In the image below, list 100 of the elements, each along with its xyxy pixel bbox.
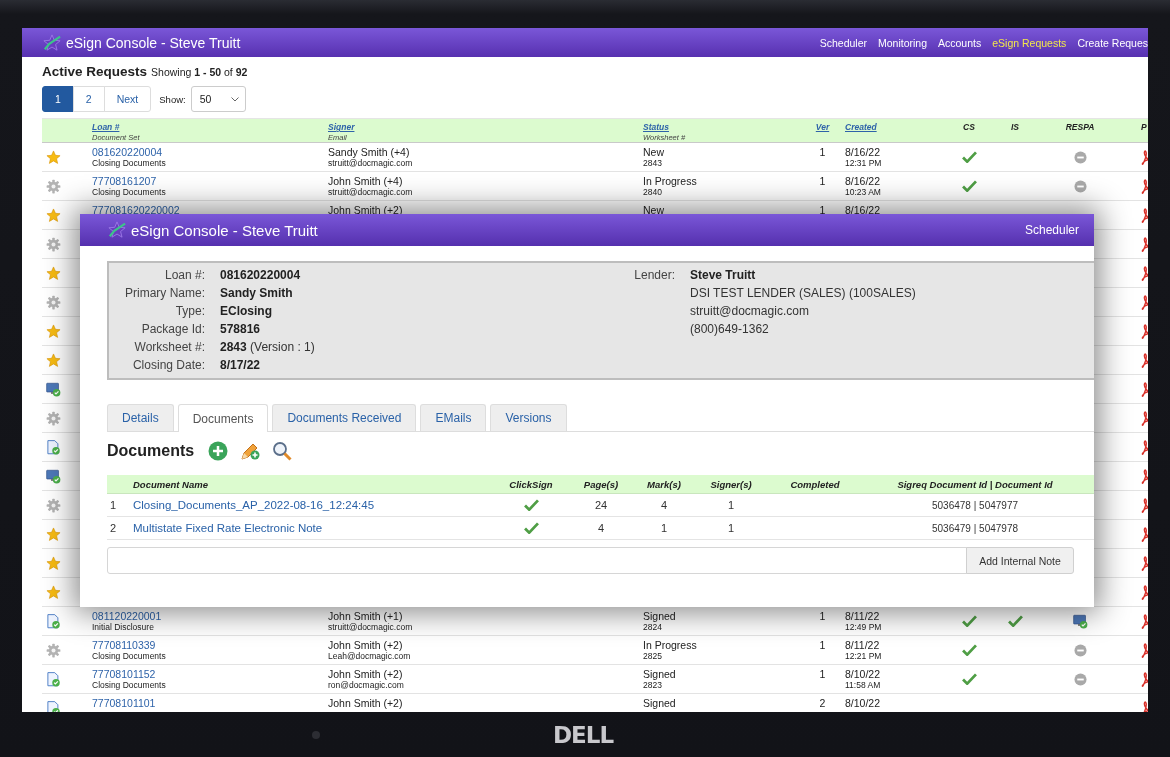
field-label: Package Id: [140, 321, 205, 338]
signer-count: 1 [726, 522, 736, 534]
search-icon[interactable] [272, 441, 293, 461]
cell-subtext: struitt@docmagic.com [328, 622, 414, 633]
add-note-button[interactable]: Add Internal Note [966, 547, 1074, 574]
row-number: 2 [109, 522, 118, 534]
lender-detail: struitt@docmagic.com [690, 303, 810, 320]
cell-subtext: 2824 [643, 622, 663, 633]
state-text: Signed [643, 610, 677, 622]
cell-subtext: Closing Documents [92, 680, 167, 691]
cell-subtext: 11:58 AM [845, 680, 882, 691]
date-text: 8/16/22 [845, 146, 882, 158]
nav-link[interactable]: Accounts [938, 36, 982, 49]
logo-icon [107, 221, 127, 239]
field-label: Type: [174, 303, 205, 320]
state-text: Signed [643, 697, 677, 709]
tab[interactable]: EMails [420, 404, 487, 431]
field-value: EClosing [220, 304, 272, 318]
record-link[interactable]: 77708110339 [92, 639, 328, 651]
version-number: 2 [819, 697, 826, 709]
version-number: 1 [819, 204, 826, 216]
tab[interactable]: Documents [177, 404, 269, 432]
logo-icon [42, 33, 62, 52]
camera-lens [312, 730, 320, 739]
person-name: John Smith (+2) [328, 668, 404, 680]
nav-link[interactable]: Scheduler [819, 36, 867, 49]
date-text: 8/16/22 [845, 175, 882, 187]
cell-subtext: struitt@docmagic.com [328, 187, 414, 198]
section-title: Documents [107, 442, 195, 460]
mark-count: 1 [659, 522, 669, 534]
result-count: Showing 1 - 50 of 92 [151, 66, 248, 78]
tab[interactable]: Details [107, 404, 174, 431]
field-label: Primary Name: [124, 285, 205, 302]
note-input[interactable] [107, 547, 967, 574]
document-link[interactable]: Closing_Documents_AP_2022-08-16_12:24:45 [133, 499, 500, 511]
nav-link[interactable]: Monitoring [878, 36, 928, 49]
add-icon[interactable] [208, 441, 229, 461]
document-link[interactable]: Multistate Fixed Rate Electronic Note [133, 522, 500, 534]
record-link[interactable]: 777081620220002 [92, 204, 328, 216]
record-link[interactable]: 77708161207 [92, 175, 328, 187]
document-ids: 5036478 | 5047977 [931, 499, 1019, 511]
pencil-add-icon[interactable] [240, 441, 261, 461]
cell-subtext: ron@docmagic.com [328, 680, 405, 691]
date-text: 8/16/22 [845, 204, 882, 216]
column-header: P [1141, 122, 1148, 133]
page-link[interactable]: Next [103, 86, 152, 112]
sort-header-link[interactable]: Loan # [92, 122, 328, 133]
cell-subtext: 2843 [643, 158, 663, 169]
record-link[interactable]: 081620220004 [92, 146, 328, 158]
nav-link[interactable]: eSign Requests [992, 36, 1067, 49]
page-count: 4 [596, 522, 606, 534]
cell-subtext: Closing Documents [92, 187, 167, 198]
field-value: 8/17/22 [220, 358, 261, 372]
dialog-title: eSign Console - Steve Truitt [131, 221, 319, 239]
state-text: New [643, 146, 665, 158]
column-header: Page(s) [582, 478, 620, 490]
cell-subtext: 2840 [643, 187, 663, 198]
cell-subtext: 12:21 PM [845, 651, 883, 662]
record-link[interactable]: 081120220001 [92, 610, 328, 622]
column-header: Completed [789, 478, 841, 490]
date-text: 8/10/22 [845, 668, 882, 680]
column-header: CS [963, 122, 975, 133]
cell-subtext: 2825 [643, 651, 663, 662]
record-link[interactable]: 77708101101 [92, 697, 328, 709]
page-link[interactable]: 2 [72, 86, 105, 112]
sort-header-link[interactable]: Status [643, 122, 800, 133]
page-link[interactable]: 1 [42, 86, 74, 112]
record-link[interactable]: 77708101152 [92, 668, 328, 680]
cell-subtext: Closing Documents [92, 158, 167, 169]
column-header: Document Name [133, 478, 209, 490]
field-value: 2843 [220, 340, 247, 354]
field-label: Loan #: [163, 267, 205, 284]
lender-name: Steve Truitt [690, 267, 757, 284]
tab[interactable]: Documents Received [272, 404, 417, 431]
signer-count: 1 [726, 499, 736, 511]
version-number: 1 [819, 146, 826, 158]
cell-subtext: 2823 [643, 680, 663, 691]
tab[interactable]: Versions [490, 404, 567, 431]
brand-logo: DELL [553, 721, 614, 748]
date-text: 8/10/22 [845, 697, 882, 709]
sort-header-link[interactable]: Created [845, 122, 945, 133]
column-header: Mark(s) [646, 478, 682, 490]
column-header: IS [1011, 122, 1019, 133]
field-value: 578816 [220, 322, 261, 336]
version-number: 1 [819, 668, 826, 680]
page-size-select[interactable]: 50 [190, 86, 246, 112]
chevron-icon [230, 96, 239, 102]
nav-link[interactable]: Scheduler [1024, 223, 1079, 237]
sort-header-link[interactable]: Signer [328, 122, 643, 133]
row-number: 1 [109, 499, 118, 511]
state-text: In Progress [643, 639, 698, 651]
cell-subtext: Initial Disclosure [92, 622, 155, 633]
date-text: 8/11/22 [845, 639, 881, 651]
state-text: Signed [643, 668, 677, 680]
person-name: John Smith (+4) [328, 175, 403, 187]
date-text: 8/11/22 [845, 610, 881, 622]
nav-link[interactable]: Create Reques [1077, 36, 1148, 49]
field-value: Sandy Smith [220, 286, 293, 300]
state-text: In Progress [643, 175, 698, 187]
sort-header-link[interactable]: Ver [815, 122, 830, 133]
